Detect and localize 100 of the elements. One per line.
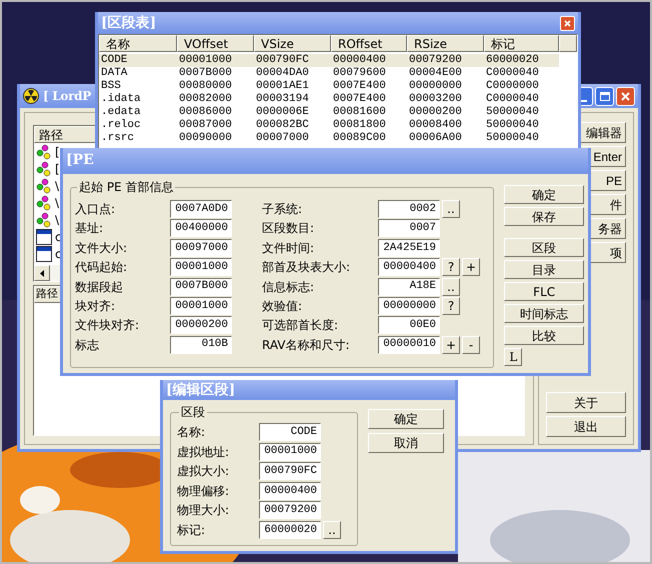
- input-field[interactable]: 00097000: [170, 238, 232, 257]
- tree-item[interactable]: \: [55, 194, 60, 212]
- input-field[interactable]: CODE: [259, 423, 321, 441]
- input-field[interactable]: 2A425E19: [378, 238, 440, 257]
- table-cell-text: 00000200: [408, 106, 463, 119]
- field-label: 效验值:: [262, 298, 304, 315]
- table-cell-text: 000790FC: [255, 54, 310, 67]
- table-cell-text: C0000000: [485, 80, 540, 93]
- small-button[interactable]: ?: [442, 296, 460, 315]
- field-label: 标志: [75, 336, 100, 354]
- molecule-icon: [36, 178, 52, 194]
- table-cell-text: C0000040: [485, 67, 540, 80]
- input-field[interactable]: 00000400: [259, 482, 321, 500]
- button[interactable]: 确定: [504, 185, 584, 204]
- field-label: 数据段起: [75, 278, 124, 296]
- button[interactable]: 关于: [546, 392, 626, 413]
- input-field[interactable]: A18E: [378, 278, 440, 296]
- input-field[interactable]: 00000200: [170, 316, 232, 334]
- molecule-icon: [36, 194, 52, 210]
- table-cell-text: 000082BC: [255, 119, 310, 132]
- window-icon: [36, 246, 52, 262]
- button[interactable]: 比较: [504, 326, 584, 345]
- molecule-icon: [36, 160, 52, 176]
- tree-item[interactable]: [: [55, 160, 60, 178]
- input-field[interactable]: 00079200: [259, 501, 321, 520]
- input-field[interactable]: 00400000: [170, 219, 232, 238]
- input-field[interactable]: 00000010: [378, 336, 440, 354]
- maximize-button[interactable]: [595, 86, 614, 106]
- table-cell-text: 00080000: [178, 80, 233, 93]
- field-label: RAV名称和尺寸:: [262, 336, 351, 354]
- table-cell-text: 00004DA0: [255, 67, 310, 80]
- input-field[interactable]: 60000020: [259, 520, 321, 539]
- button[interactable]: 确定: [368, 409, 444, 429]
- small-button[interactable]: ..: [442, 200, 460, 218]
- field-label: 物理大小:: [177, 502, 230, 520]
- column-header[interactable]: VOffset: [177, 35, 254, 52]
- small-button[interactable]: ?: [442, 258, 460, 276]
- table-cell-text: 00087000: [178, 119, 233, 132]
- input-field[interactable]: 00001000: [259, 442, 321, 461]
- table-cell-text: 00081600: [332, 106, 387, 119]
- table-row[interactable]: CODE 00001000 000790FC 00000400 00079200 60000020: [99, 54, 559, 67]
- column-header[interactable]: 标记: [484, 35, 559, 52]
- button[interactable]: 保存: [504, 207, 584, 226]
- table-cell-text: .reloc: [100, 119, 142, 132]
- table-cell-text: 00007000: [255, 132, 310, 145]
- table-cell-text: 50000040: [485, 119, 540, 132]
- table-cell-text: .rsrc: [100, 132, 136, 145]
- input-field[interactable]: 000790FC: [259, 462, 321, 480]
- input-field[interactable]: 00000000: [378, 296, 440, 315]
- input-field[interactable]: 0007B000: [170, 278, 232, 296]
- table-cell-text: 00089C00: [332, 132, 387, 145]
- close-icon: [564, 20, 571, 26]
- button[interactable]: FLC: [504, 282, 584, 301]
- small-button[interactable]: ..: [442, 278, 460, 296]
- input-field[interactable]: 00001000: [170, 296, 232, 315]
- table-cell-text: 00081800: [332, 119, 387, 132]
- field-label: 物理偏移:: [177, 482, 230, 500]
- button[interactable]: 目录: [504, 260, 584, 279]
- small-button[interactable]: -: [462, 336, 480, 354]
- table-cell-text: 50000040: [485, 132, 540, 145]
- column-header[interactable]: 名称: [99, 35, 177, 52]
- close-button[interactable]: [616, 86, 635, 106]
- table-cell-text: CODE: [100, 54, 128, 67]
- table-cell-text: 00001AE1: [255, 80, 310, 93]
- close-button[interactable]: [560, 16, 575, 30]
- button[interactable]: 区段: [504, 238, 584, 257]
- small-button[interactable]: ..: [323, 520, 341, 539]
- table-cell-text: 00086000: [178, 106, 233, 119]
- table-cell-text: 00003200: [408, 93, 463, 106]
- column-header[interactable]: RSize: [407, 35, 484, 52]
- tree-item[interactable]: [: [55, 142, 60, 160]
- tree-item[interactable]: \: [55, 210, 60, 228]
- window-title: [ LordP: [43, 88, 91, 105]
- input-field[interactable]: 0007: [378, 219, 440, 238]
- input-field[interactable]: 0007A0D0: [170, 200, 232, 218]
- input-field[interactable]: 00E0: [378, 316, 440, 334]
- small-button[interactable]: +: [462, 258, 480, 276]
- table-cell-text: 00001000: [178, 54, 233, 67]
- table-cell-text: 0007B000: [178, 67, 233, 80]
- molecule-icon: [36, 212, 52, 228]
- input-field[interactable]: 010B: [170, 336, 232, 354]
- small-button[interactable]: +: [442, 336, 460, 354]
- window-icon: [36, 228, 52, 244]
- input-field[interactable]: 00000400: [378, 258, 440, 276]
- tree-item[interactable]: \: [55, 176, 60, 194]
- group-title: 区段: [180, 404, 206, 421]
- field-label: 标记:: [177, 522, 206, 539]
- button[interactable]: 时间标志: [504, 304, 584, 323]
- button[interactable]: 退出: [546, 416, 626, 437]
- field-label: 文件时间:: [262, 240, 316, 257]
- input-field[interactable]: 00001000: [170, 258, 232, 276]
- small-button[interactable]: L: [504, 348, 522, 366]
- window-title: [编辑区段]: [166, 380, 236, 400]
- scroll-left-button[interactable]: [34, 265, 50, 281]
- column-header[interactable]: VSize: [254, 35, 331, 52]
- input-field[interactable]: 0002: [378, 200, 440, 218]
- button[interactable]: 取消: [368, 433, 444, 453]
- field-label: 文件大小:: [75, 240, 128, 257]
- field-label: 子系统:: [262, 201, 304, 218]
- column-header[interactable]: ROffset: [331, 35, 407, 52]
